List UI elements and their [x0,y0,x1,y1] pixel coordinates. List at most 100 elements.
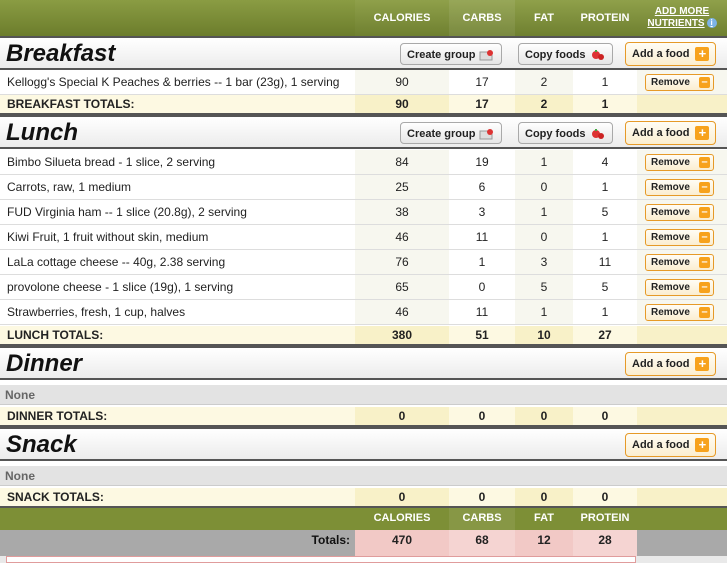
remove-button[interactable]: Remove – [645,229,714,246]
breakfast-totals-row: BREAKFAST TOTALS: 90 17 2 1 [0,95,727,115]
add-food-button-lunch[interactable]: Add a food + [625,121,717,145]
summary-protein: 28 [573,530,637,556]
totals-protein: 1 [601,97,609,111]
add-more-line2[interactable]: NUTRIENTS [647,18,704,29]
food-protein: 1 [601,180,609,194]
none-label: None [5,388,35,402]
food-row[interactable]: Kellogg's Special K Peaches & berries --… [0,70,727,95]
info-icon[interactable]: i [706,18,717,29]
food-calories: 38 [355,200,449,224]
minus-icon: – [699,307,710,318]
food-calories: 76 [355,250,449,274]
food-calories: 46 [355,225,449,249]
goal-row-outline [6,556,636,563]
summary-calories: 470 [355,530,449,556]
minus-icon: – [699,282,710,293]
food-name[interactable]: Strawberries, fresh, 1 cup, halves [7,300,185,325]
add-food-label: Add a food [632,358,690,370]
food-row[interactable]: FUD Virginia ham -- 1 slice (20.8g), 2 s… [0,200,727,225]
header-calories: CALORIES [373,12,431,24]
header-protein: PROTEIN [580,12,630,24]
food-fat: 1 [515,150,573,174]
meal-header-lunch: Lunch Create group Copy foods Add a food… [0,115,727,149]
meal-header-snack: Snack Add a food + [0,427,727,461]
remove-label: Remove [651,257,690,268]
food-row[interactable]: LaLa cottage cheese -- 40g, 2.38 serving… [0,250,727,275]
create-group-label: Create group [407,49,476,61]
copy-foods-button-breakfast[interactable]: Copy foods [518,43,613,65]
summary-header-calories: CALORIES [373,512,431,524]
food-protein: 5 [601,280,609,294]
food-row[interactable]: Strawberries, fresh, 1 cup, halves 46 11 1 1… [0,300,727,325]
minus-icon: – [699,157,710,168]
header-left-spacer [0,0,355,36]
food-carbs: 11 [475,230,489,244]
totals-calories: 0 [355,488,449,506]
add-food-button-breakfast[interactable]: Add a food + [625,42,717,66]
food-row[interactable]: Bimbo Silueta bread - 1 slice, 2 serving… [0,150,727,175]
food-calories: 84 [355,150,449,174]
food-calories: 46 [355,300,449,324]
create-group-button-lunch[interactable]: Create group [400,122,503,144]
copy-foods-icon [591,50,604,61]
totals-label: SNACK TOTALS: [7,490,104,504]
bottom-strip [0,556,727,563]
dinner-totals-row: DINNER TOTALS: 0 0 0 0 [0,407,727,427]
food-name[interactable]: Bimbo Silueta bread - 1 slice, 2 serving [7,150,215,175]
food-fat: 1 [515,300,573,324]
dinner-empty-row: None [0,385,727,405]
remove-button[interactable]: Remove – [645,279,714,296]
food-carbs: 3 [478,205,486,219]
add-more-line1[interactable]: ADD MORE [655,6,709,17]
totals-calories: 0 [355,407,449,425]
food-row[interactable]: provolone cheese - 1 slice (19g), 1 serv… [0,275,727,300]
totals-calories: 90 [355,95,449,113]
add-food-button-dinner[interactable]: Add a food + [625,352,717,376]
remove-button[interactable]: Remove – [645,254,714,271]
food-carbs: 19 [475,155,489,169]
remove-button[interactable]: Remove – [645,74,714,91]
add-food-button-snack[interactable]: Add a food + [625,433,717,457]
food-name[interactable]: FUD Virginia ham -- 1 slice (20.8g), 2 s… [7,200,247,225]
totals-action-cell [637,407,727,425]
remove-button[interactable]: Remove – [645,179,714,196]
totals-fat: 0 [515,407,573,425]
create-group-icon [479,129,494,140]
remove-button[interactable]: Remove – [645,154,714,171]
totals-label: BREAKFAST TOTALS: [7,97,135,111]
totals-label: DINNER TOTALS: [7,409,108,423]
remove-label: Remove [651,157,690,168]
remove-button[interactable]: Remove – [645,304,714,321]
food-protein: 5 [601,205,609,219]
copy-foods-label: Copy foods [525,49,586,61]
food-fat: 0 [515,175,573,199]
totals-label: LUNCH TOTALS: [7,328,104,342]
food-name[interactable]: Kellogg's Special K Peaches & berries --… [7,70,339,95]
food-name[interactable]: LaLa cottage cheese -- 40g, 2.38 serving [7,250,225,275]
meal-title-snack: Snack [6,431,77,458]
totals-carbs: 0 [478,409,486,423]
food-row[interactable]: Kiwi Fruit, 1 fruit without skin, medium… [0,225,727,250]
summary-header-protein: PROTEIN [580,512,630,524]
meal-title-dinner: Dinner [6,350,83,377]
totals-carbs: 0 [478,490,486,504]
remove-button[interactable]: Remove – [645,204,714,221]
food-carbs: 1 [478,255,486,269]
create-group-icon [479,50,494,61]
food-name[interactable]: Kiwi Fruit, 1 fruit without skin, medium [7,225,208,250]
food-calories: 90 [355,70,449,94]
food-row[interactable]: Carrots, raw, 1 medium 25 6 0 1 Remove – [0,175,727,200]
copy-foods-button-lunch[interactable]: Copy foods [518,122,613,144]
plus-icon: + [695,47,710,62]
create-group-button-breakfast[interactable]: Create group [400,43,503,65]
plus-icon: + [695,126,710,141]
minus-icon: – [699,77,710,88]
summary-totals-row: Totals: 470 68 12 28 [0,530,727,556]
summary-header-carbs: CARBS [449,508,515,530]
food-carbs: 0 [478,280,486,294]
add-more-nutrients-link[interactable]: ADD MORE NUTRIENTS i [637,6,727,30]
add-food-label: Add a food [632,48,690,60]
food-name[interactable]: provolone cheese - 1 slice (19g), 1 serv… [7,275,233,300]
totals-protein: 27 [598,328,612,342]
food-name[interactable]: Carrots, raw, 1 medium [7,175,131,200]
